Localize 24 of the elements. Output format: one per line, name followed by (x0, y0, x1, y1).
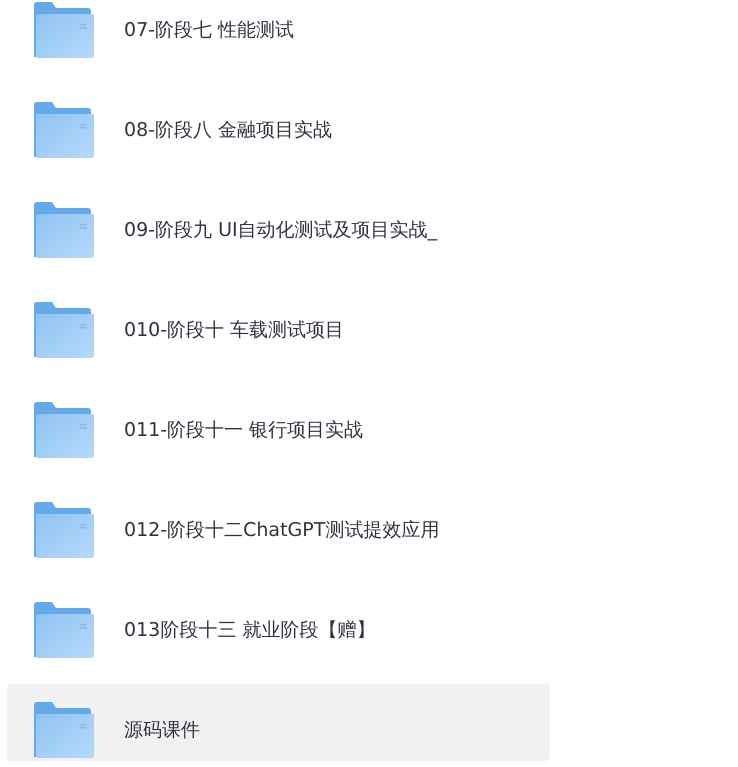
folder-icon (33, 502, 94, 558)
folder-icon (33, 302, 94, 358)
folder-name: 08-阶段八 金融项目实战 (124, 118, 332, 143)
folder-row[interactable]: 07-阶段七 性能测试 (7, 0, 550, 61)
folder-row[interactable]: 08-阶段八 金融项目实战 (7, 84, 550, 161)
folder-icon (33, 202, 94, 258)
folder-name: 013阶段十三 就业阶段【赠】 (124, 618, 376, 643)
folder-row[interactable]: 011-阶段十一 银行项目实战 (7, 384, 550, 461)
folder-name: 源码课件 (124, 718, 200, 743)
folder-name: 010-阶段十 车载测试项目 (124, 318, 344, 343)
folder-row[interactable]: 09-阶段九 UI自动化测试及项目实战_ (7, 184, 550, 261)
folder-row[interactable]: 013阶段十三 就业阶段【赠】 (7, 584, 550, 661)
folder-row[interactable]: 源码课件 (7, 684, 550, 761)
folder-name: 011-阶段十一 银行项目实战 (124, 418, 364, 443)
folder-icon (33, 602, 94, 658)
folder-name: 012-阶段十二ChatGPT测试提效应用 (124, 518, 440, 543)
folder-icon (33, 102, 94, 158)
folder-name: 07-阶段七 性能测试 (124, 18, 294, 43)
folder-name: 09-阶段九 UI自动化测试及项目实战_ (124, 218, 438, 243)
folder-icon (33, 702, 94, 758)
folder-row[interactable]: 012-阶段十二ChatGPT测试提效应用 (7, 484, 550, 561)
folder-icon (33, 402, 94, 458)
folder-row[interactable]: 010-阶段十 车载测试项目 (7, 284, 550, 361)
folder-icon (33, 2, 94, 58)
